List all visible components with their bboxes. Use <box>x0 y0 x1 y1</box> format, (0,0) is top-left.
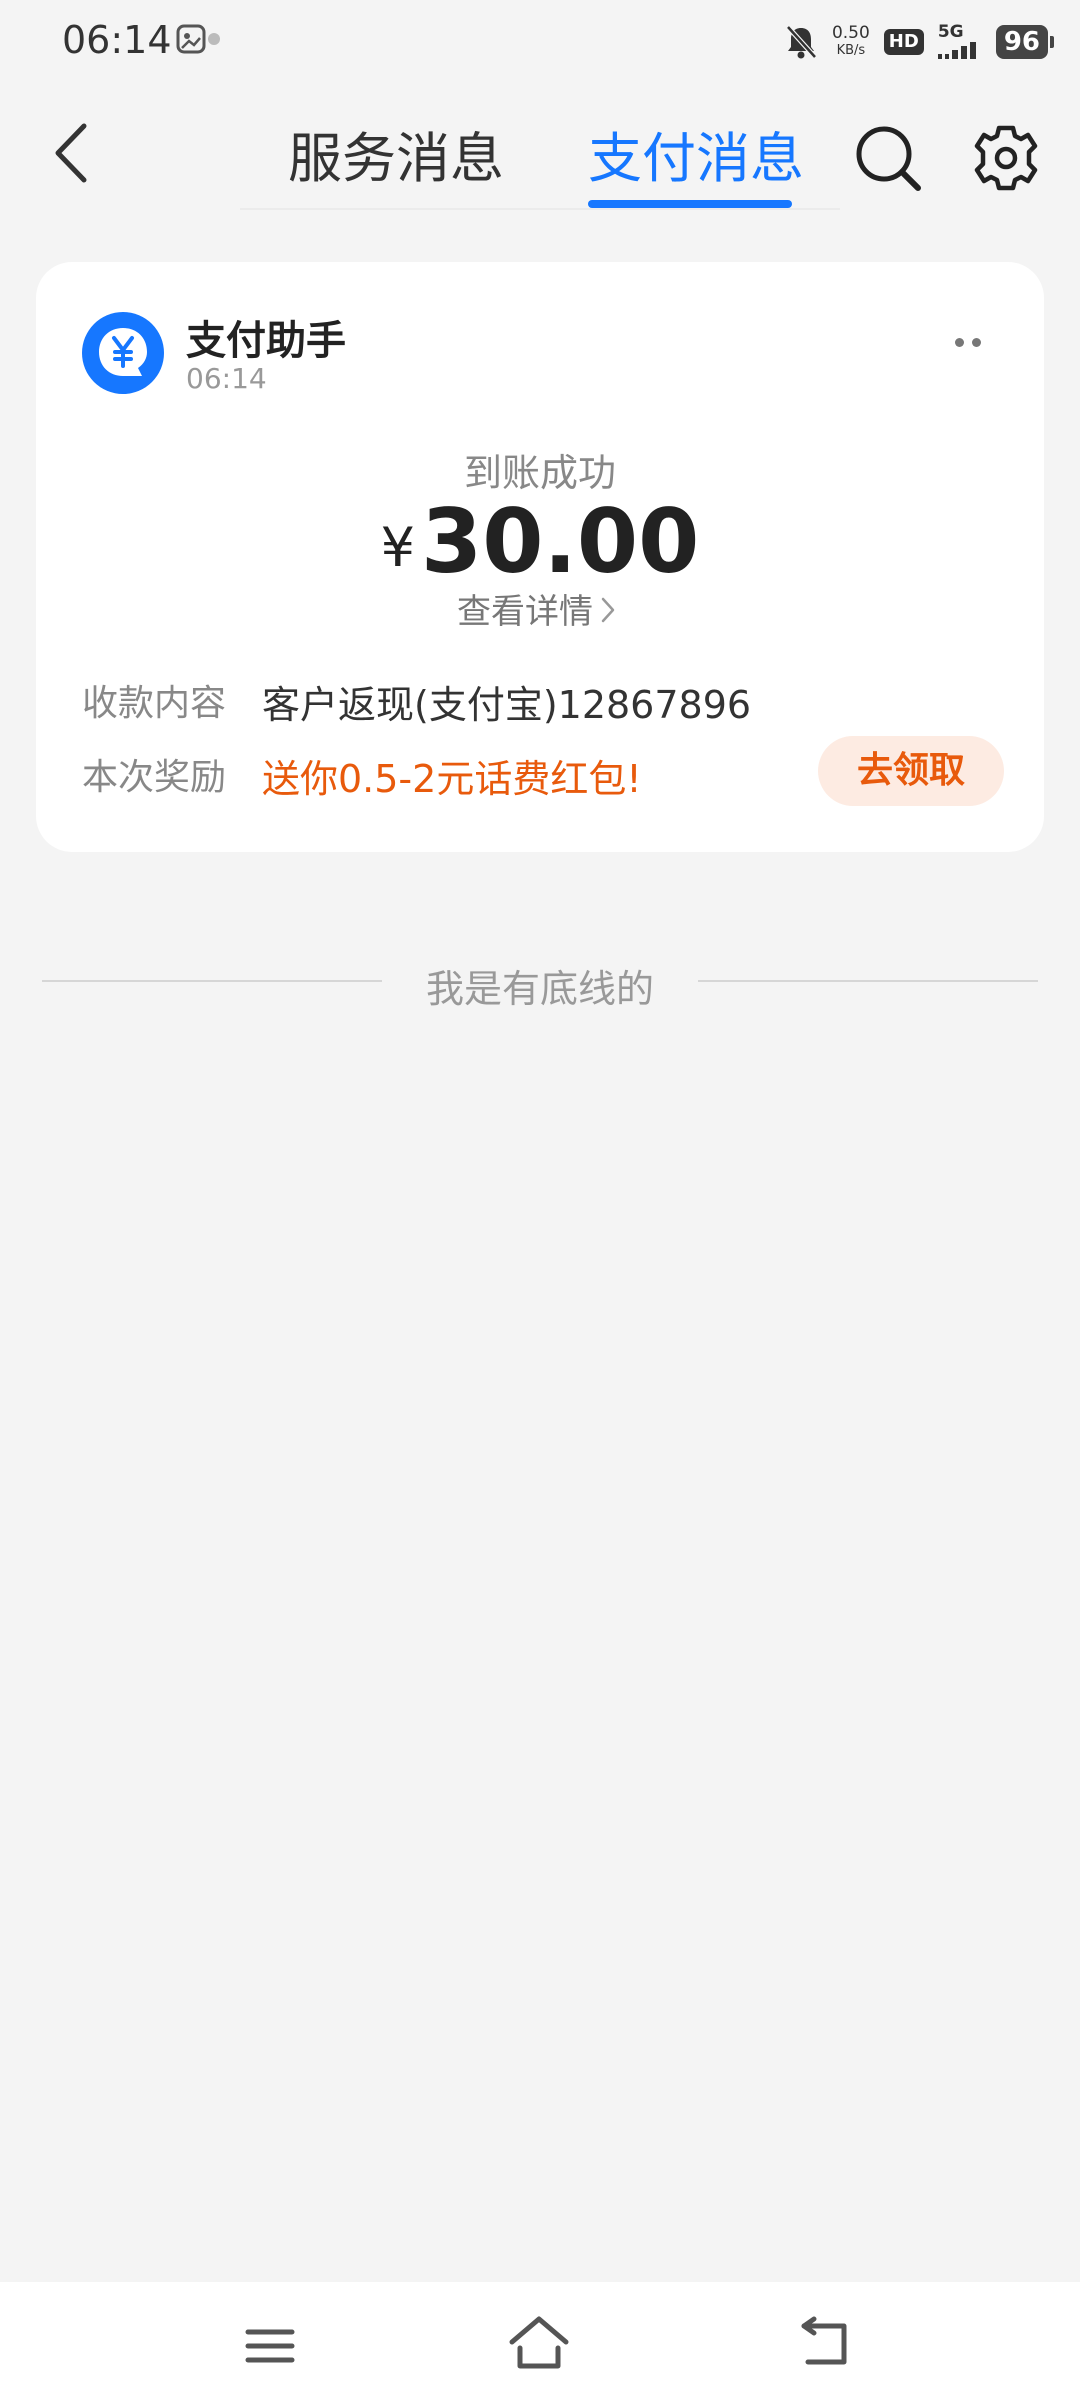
payment-content-label: 收款内容 <box>82 683 227 724</box>
amount-value: 30.00 <box>421 490 700 593</box>
active-tab-indicator <box>588 200 792 208</box>
chevron-right-icon <box>601 597 615 623</box>
payment-message-card[interactable]: 支付助手 06:14 到账成功 ¥30.00 查看详情 收款内容 客户返现(支付… <box>36 262 1044 852</box>
sender-time: 06:14 <box>186 362 267 395</box>
dot <box>972 337 981 347</box>
hd-badge: HD <box>883 29 924 55</box>
mute-bell-icon <box>786 25 817 59</box>
divider-right <box>698 980 1038 982</box>
end-of-list-indicator: 我是有底线的 <box>42 950 1038 1014</box>
back-arrow-icon[interactable] <box>48 118 98 188</box>
view-details-label: 查看详情 <box>457 592 593 632</box>
menu-icon[interactable] <box>244 2322 296 2370</box>
tab-payment-messages[interactable]: 支付消息 <box>588 114 804 193</box>
battery-icon: 96 <box>995 25 1054 59</box>
network-indicator: 5G <box>937 21 982 61</box>
currency-symbol: ¥ <box>380 516 415 579</box>
payment-assistant-avatar-icon <box>82 312 164 394</box>
payment-content-value: 客户返现(支付宝)12867896 <box>262 683 752 727</box>
net-speed-value: 0.50 <box>831 23 870 43</box>
settings-gear-icon[interactable] <box>972 124 1040 192</box>
dot <box>955 337 964 347</box>
battery-tip <box>1050 36 1054 48</box>
gallery-notification-icon <box>176 24 220 54</box>
system-navigation-bar <box>0 2282 1080 2408</box>
battery-level: 96 <box>995 25 1048 59</box>
payment-amount: ¥30.00 <box>36 490 1044 593</box>
end-of-list-text: 我是有底线的 <box>425 967 654 1011</box>
status-time: 06:14 <box>62 18 172 62</box>
tab-divider <box>240 208 840 210</box>
network-label: 5G <box>937 21 964 42</box>
more-options-icon[interactable] <box>944 322 992 362</box>
payment-status: 到账成功 <box>463 451 616 495</box>
reward-label: 本次奖励 <box>82 757 227 798</box>
net-speed-unit: KB/s <box>836 43 866 58</box>
status-right-group: 0.50 KB/s HD 5G 96 <box>784 18 1054 66</box>
header: 服务消息 支付消息 <box>0 96 1080 214</box>
tab-service-messages[interactable]: 服务消息 <box>288 114 504 193</box>
status-bar: 06:14 0.50 KB/s HD 5G 96 <box>0 0 1080 84</box>
back-icon[interactable] <box>796 2316 856 2370</box>
home-icon[interactable] <box>508 2314 570 2372</box>
net-speed: 0.50 KB/s <box>832 25 870 59</box>
reward-value: 送你0.5-2元话费红包! <box>262 757 642 801</box>
signal-icon <box>937 41 976 59</box>
sender-name: 支付助手 <box>186 318 346 364</box>
search-icon[interactable] <box>852 122 924 194</box>
view-details-link[interactable]: 查看详情 <box>36 584 1044 633</box>
claim-reward-button[interactable]: 去领取 <box>818 736 1004 806</box>
